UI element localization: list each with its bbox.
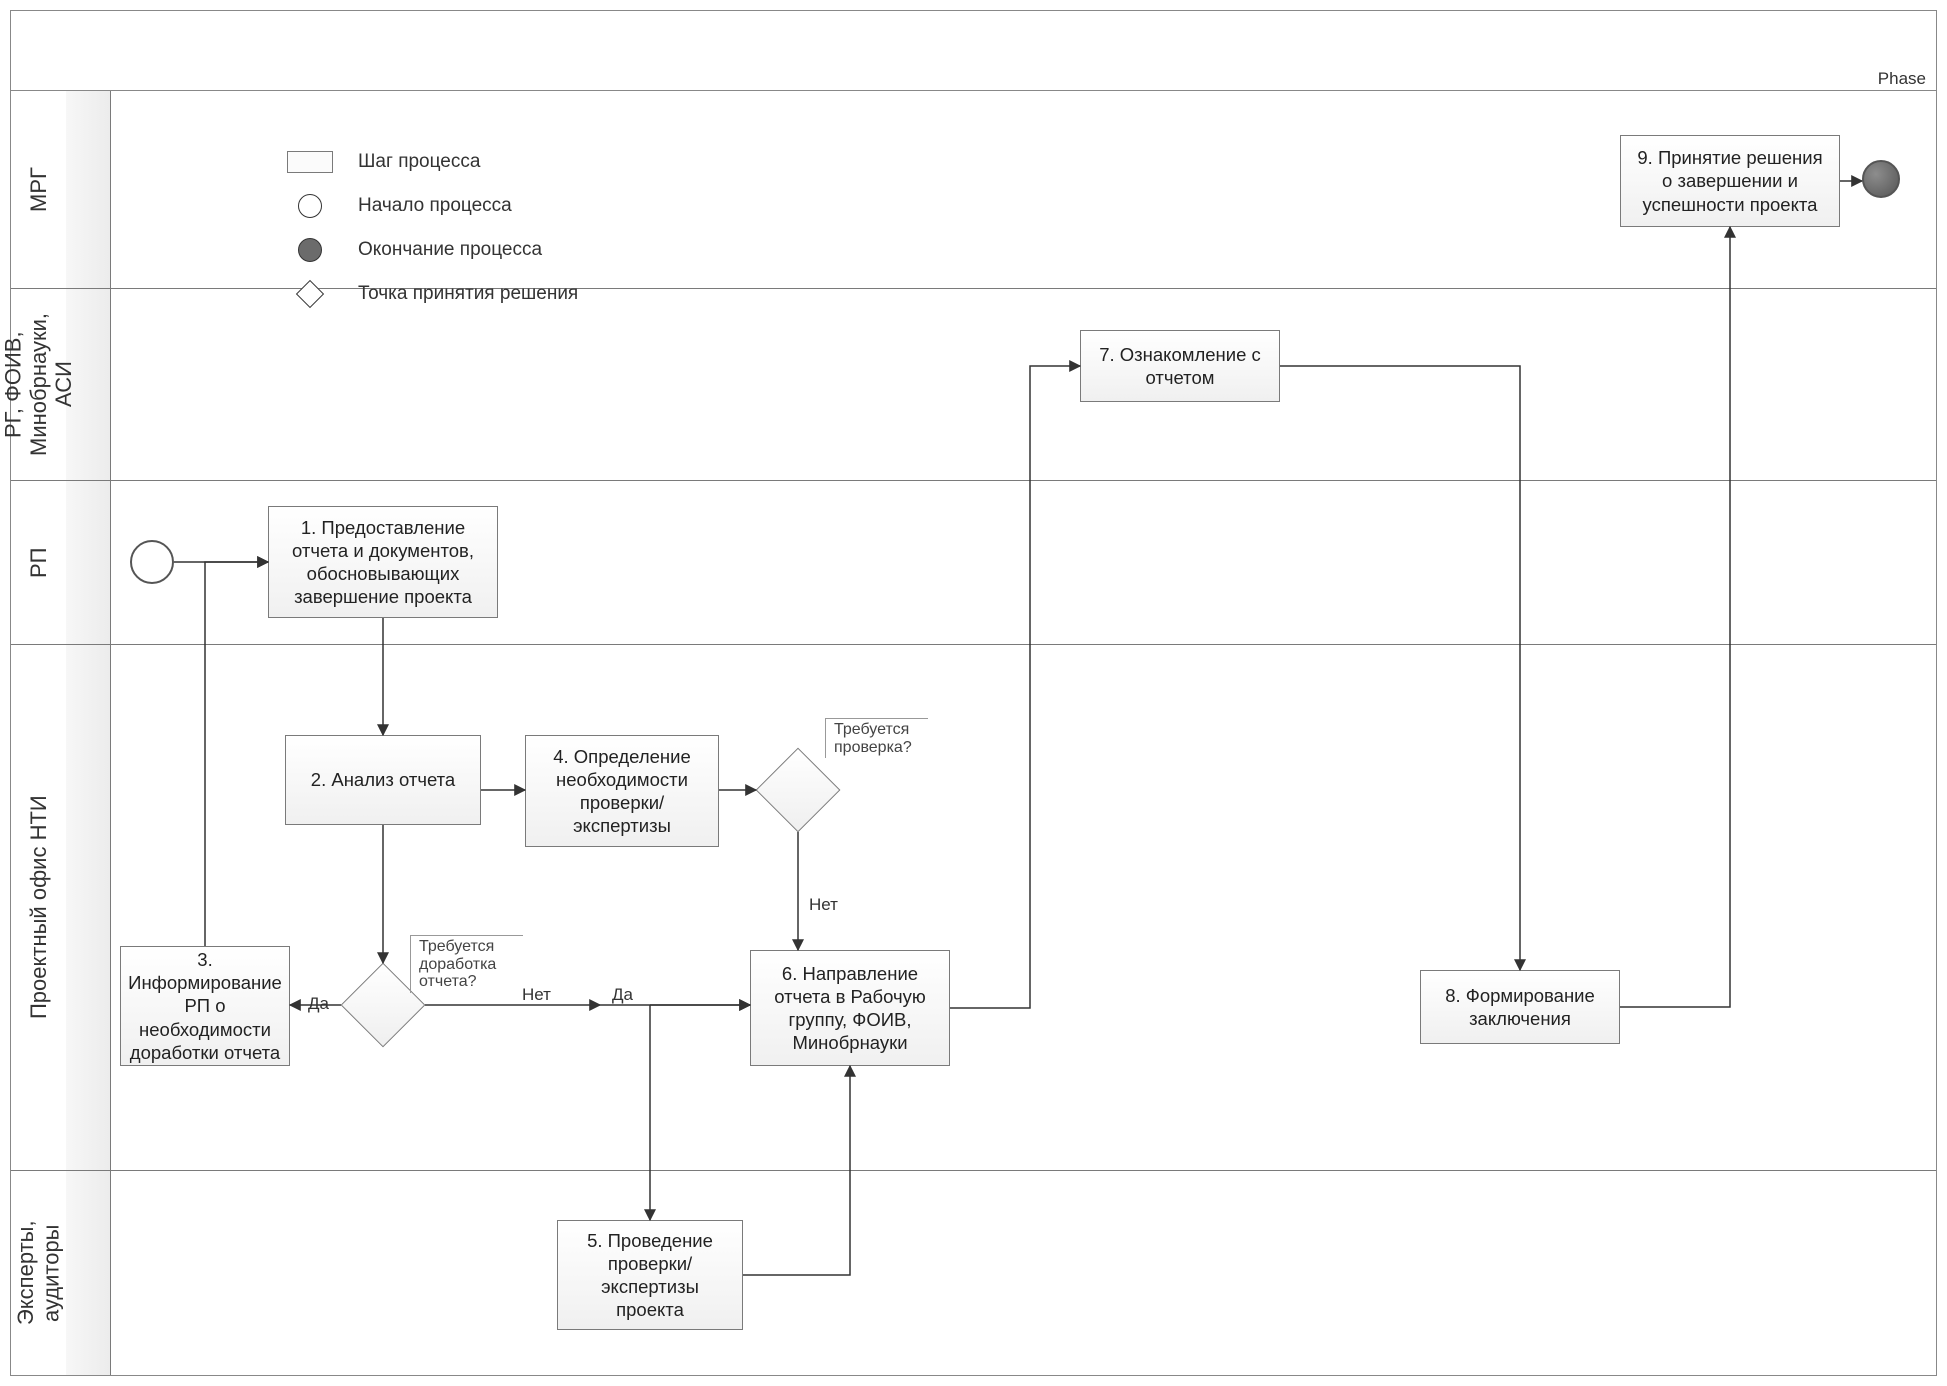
- diagram-viewport: Phase МРГ РГ, ФОИВ, Минобрнауки, АСИ РП …: [0, 0, 1947, 1386]
- edge-label-no-check: Нет: [807, 895, 840, 915]
- edge-label-no-rework: Нет: [520, 985, 553, 1005]
- lane-title-rp: РП: [11, 481, 66, 644]
- lane-title-mrg: МРГ: [11, 91, 66, 288]
- edge-label-yes-rework: Да: [306, 994, 331, 1014]
- phase-top-gutter: [11, 11, 1936, 68]
- phase-header: Phase: [11, 67, 1936, 91]
- lane-title-project-office: Проектный офис НТИ: [11, 645, 66, 1170]
- node-8-conclusion: 8. Формирование заключения: [1420, 970, 1620, 1044]
- node-6-direct-report: 6. Направление отчета в Рабочую группу, …: [750, 950, 950, 1066]
- legend-label-decision: Точка принятия решения: [340, 283, 578, 305]
- legend-label-step: Шаг процесса: [340, 151, 480, 173]
- gateway-note-check: Требуется проверка?: [825, 718, 928, 758]
- lane-band: [66, 91, 111, 288]
- legend-label-end: Окончание процесса: [340, 239, 542, 261]
- legend: Шаг процесса Начало процесса Окончание п…: [280, 140, 578, 316]
- process-step-icon: [280, 151, 340, 173]
- lane-band: [66, 481, 111, 644]
- decision-point-icon: [280, 284, 340, 304]
- lane-separator: [11, 644, 1936, 645]
- node-1-report-submission: 1. Предоставление отчета и документов, о…: [268, 506, 498, 618]
- legend-label-start: Начало процесса: [340, 195, 512, 217]
- legend-row-start: Начало процесса: [280, 184, 578, 228]
- gateway-note-rework: Требуется доработка отчета?: [410, 935, 523, 993]
- end-event: [1862, 160, 1900, 198]
- node-7-review-report: 7. Ознакомление с отчетом: [1080, 330, 1280, 402]
- node-4-need-check: 4. Определение необходимости проверки/ э…: [525, 735, 719, 847]
- lane-separator: [11, 480, 1936, 481]
- lane-band: [66, 1171, 111, 1375]
- node-2-report-analysis: 2. Анализ отчета: [285, 735, 481, 825]
- start-event: [130, 540, 174, 584]
- legend-row-end: Окончание процесса: [280, 228, 578, 272]
- legend-row-step: Шаг процесса: [280, 140, 578, 184]
- edge-label-yes-check: Да: [610, 985, 635, 1005]
- start-event-icon: [280, 194, 340, 218]
- legend-row-decision: Точка принятия решения: [280, 272, 578, 316]
- end-event-icon: [280, 238, 340, 262]
- node-3-inform-rp: 3. Информирование РП о необходимости дор…: [120, 946, 290, 1066]
- lane-title-rg-foiv: РГ, ФОИВ, Минобрнауки, АСИ: [11, 289, 66, 480]
- lane-band: [66, 645, 111, 1170]
- node-9-decision: 9. Принятие решения о завершении и успеш…: [1620, 135, 1840, 227]
- lane-title-experts: Эксперты, аудиторы: [11, 1171, 66, 1375]
- lane-separator: [11, 1170, 1936, 1171]
- node-5-expertise: 5. Проведение проверки/ экспертизы проек…: [557, 1220, 743, 1330]
